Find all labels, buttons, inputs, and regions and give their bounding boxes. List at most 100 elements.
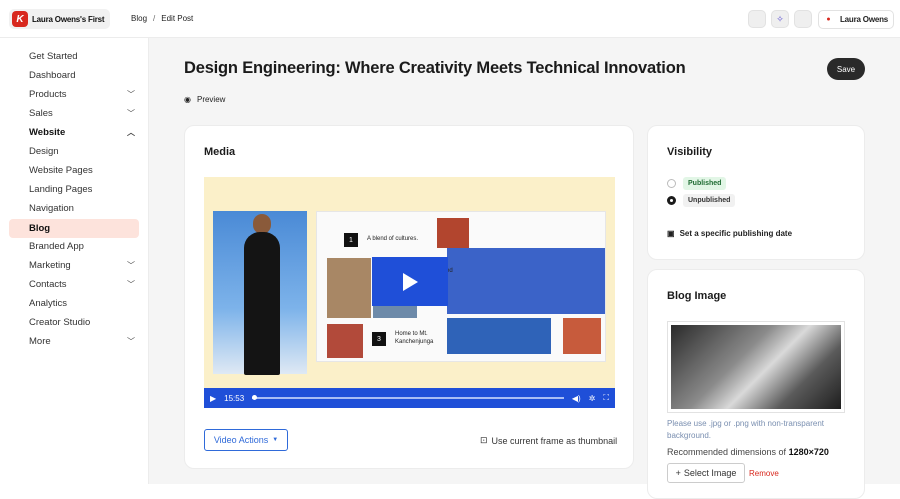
brand-name: Laura Owens's First [32,14,105,24]
sidebar-item-label: Sales [29,108,53,119]
page-title: Design Engineering: Where Creativity Mee… [184,59,686,77]
breadcrumb-blog[interactable]: Blog [131,14,147,23]
user-menu[interactable]: ● Laura Owens [818,10,895,29]
dims-prefix: Recommended dimensions of [667,447,787,457]
top-bar: K Laura Owens's First Blog / Edit Post ✧… [0,0,900,38]
sidebar-item-label: Creator Studio [29,317,91,328]
chevron-down-icon: ﹀ [127,109,135,118]
sidebar-item-label: Blog [29,223,51,234]
avatar: ● [822,13,835,26]
sidebar-item-label: Marketing [29,260,71,271]
caret-down-icon: ▼ [272,437,279,443]
eye-icon: ◉ [184,95,191,104]
magic-wand-button[interactable]: ✧ [771,10,789,28]
chevron-down-icon: ﹀ [127,90,135,99]
brand-logo-icon: K [12,11,28,27]
sidebar-item-design[interactable]: Design [9,142,139,161]
video-player[interactable]: 1 A blend of cultures. sed 3 Home to Mt.… [204,177,615,408]
sidebar-item-label: Website [29,127,66,138]
sidebar-item-contacts[interactable]: Contacts ﹀ [9,275,139,294]
chevron-down-icon: ﹀ [127,337,135,346]
blog-image-card: Blog Image Please use .jpg or .png with … [647,269,865,499]
sidebar-item-get-started[interactable]: Get Started [9,47,139,66]
dims-value: 1280×720 [788,447,829,457]
sidebar-item-sales[interactable]: Sales ﹀ [9,104,139,123]
sidebar-item-label: Contacts [29,279,67,290]
sidebar-item-label: Dashboard [29,70,76,81]
main-content: Design Engineering: Where Creativity Mee… [149,38,900,499]
video-actions-button[interactable]: Video Actions ▼ [204,429,288,451]
sidebar-item-analytics[interactable]: Analytics [9,294,139,313]
sidebar-item-label: Products [29,89,67,100]
sidebar-item-label: Website Pages [29,165,93,176]
slide-image [437,218,469,248]
sidebar-item-marketing[interactable]: Marketing ﹀ [9,256,139,275]
slide-image [563,318,601,354]
visibility-title: Visibility [667,146,713,158]
sidebar-item-label: Navigation [29,203,74,214]
frame-icon: ⊡ [480,435,488,445]
radio-unpublished[interactable] [667,196,676,205]
sidebar-item-products[interactable]: Products ﹀ [9,85,139,104]
slide-number-3: 3 [372,332,386,346]
play-icon [403,272,418,291]
sidebar: Get Started Dashboard Products ﹀ Sales ﹀ W… [0,38,149,484]
breadcrumb-edit-post: Edit Post [161,14,194,23]
sidebar-item-dashboard[interactable]: Dashboard [9,66,139,85]
radio-published[interactable] [667,179,676,188]
sidebar-item-website-pages[interactable]: Website Pages [9,161,139,180]
sidebar-item-branded-app[interactable]: Branded App [9,237,139,256]
recommended-dimensions: Recommended dimensions of 1280×720 [667,447,829,457]
video-slide: 1 A blend of cultures. sed 3 Home to Mt.… [316,211,606,362]
select-image-button[interactable]: + Select Image [667,463,745,483]
breadcrumb: Blog / Edit Post [131,14,193,23]
sidebar-item-more[interactable]: More ﹀ [9,332,139,351]
sidebar-item-website[interactable]: Website ︿ [9,123,139,142]
video-speaker [244,232,280,375]
preview-link[interactable]: ◉ Preview [184,95,225,104]
slide-caption-3: Home to Mt. Kanchenjunga [395,331,434,345]
visibility-card: Visibility Published Unpublished ▣ Set a… [647,125,865,260]
remove-image-link[interactable]: Remove [749,469,779,478]
slide-image [447,248,605,314]
magic-wand-icon: ✧ [776,13,784,24]
preview-label: Preview [196,95,226,104]
sidebar-item-label: Landing Pages [29,184,93,195]
sidebar-item-label: Analytics [29,298,68,309]
media-card: Media 1 A blend of cultures. sed 3 Home … [184,125,634,469]
slide-number-1: 1 [344,233,358,247]
volume-icon[interactable]: ◀) [572,394,581,403]
slide-image [327,258,371,318]
save-button[interactable]: Save [827,58,865,80]
toolbar-button-3[interactable] [794,10,812,28]
user-name: Laura Owens [840,15,889,24]
toolbar-button-1[interactable] [748,10,766,28]
chevron-down-icon: ﹀ [127,280,135,289]
sidebar-item-landing-pages[interactable]: Landing Pages [9,180,139,199]
sidebar-item-blog[interactable]: Blog [9,219,139,238]
settings-icon[interactable]: ✲ [589,394,596,403]
schedule-label: Set a specific publishing date [679,229,793,238]
video-speaker-head [253,214,271,234]
sidebar-item-label: Branded App [29,241,84,252]
image-format-hint: Please use .jpg or .png with non-transpa… [667,419,824,440]
slide-image [447,318,551,354]
blog-image-preview [667,321,845,413]
media-title: Media [204,146,236,158]
sidebar-item-label: Get Started [29,51,78,62]
video-progress-bar[interactable] [252,395,564,400]
select-image-label: Select Image [683,468,737,478]
brand-switcher[interactable]: K Laura Owens's First [9,9,111,29]
schedule-date-button[interactable]: ▣ Set a specific publishing date [667,229,792,238]
slide-caption-1: A blend of cultures. [367,236,419,242]
video-controls: ▶ 15:53 ◀) ✲ ⛶ [204,388,615,408]
sidebar-item-creator-studio[interactable]: Creator Studio [9,313,139,332]
use-frame-thumbnail-button[interactable]: ⊡ Use current frame as thumbnail [480,435,617,446]
sidebar-item-navigation[interactable]: Navigation [9,199,139,218]
calendar-icon: ▣ [667,229,675,238]
fullscreen-icon[interactable]: ⛶ [603,393,609,403]
status-badge-unpublished: Unpublished [683,194,736,207]
play-overlay-button[interactable] [372,257,448,306]
play-icon[interactable]: ▶ [210,394,216,403]
slide-image [327,324,363,358]
